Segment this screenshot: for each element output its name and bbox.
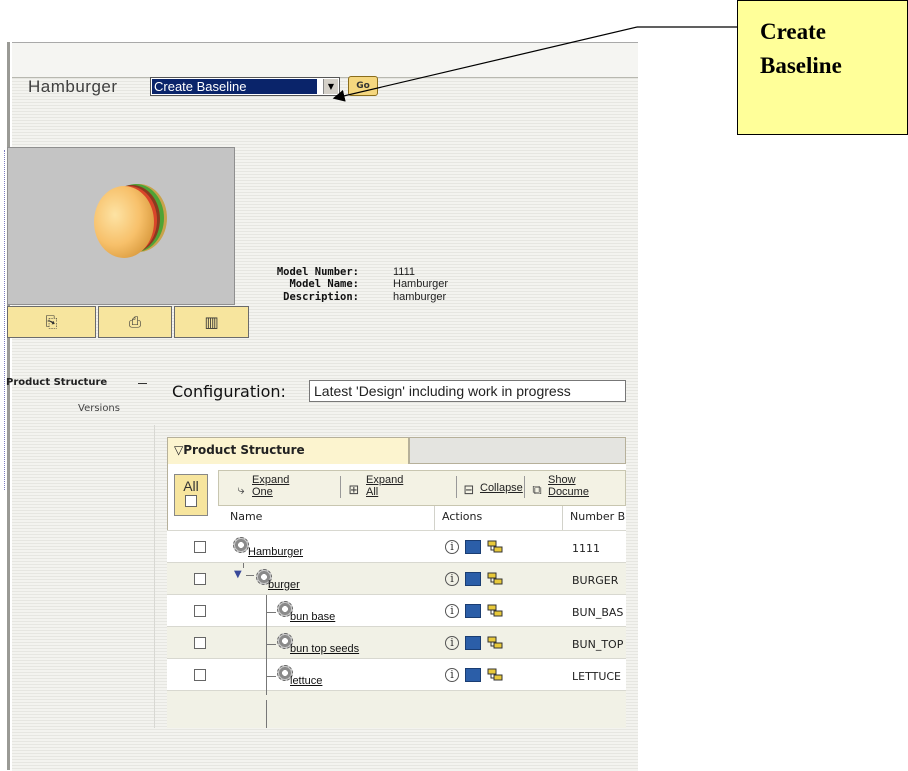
callout-arrow: [332, 26, 737, 102]
